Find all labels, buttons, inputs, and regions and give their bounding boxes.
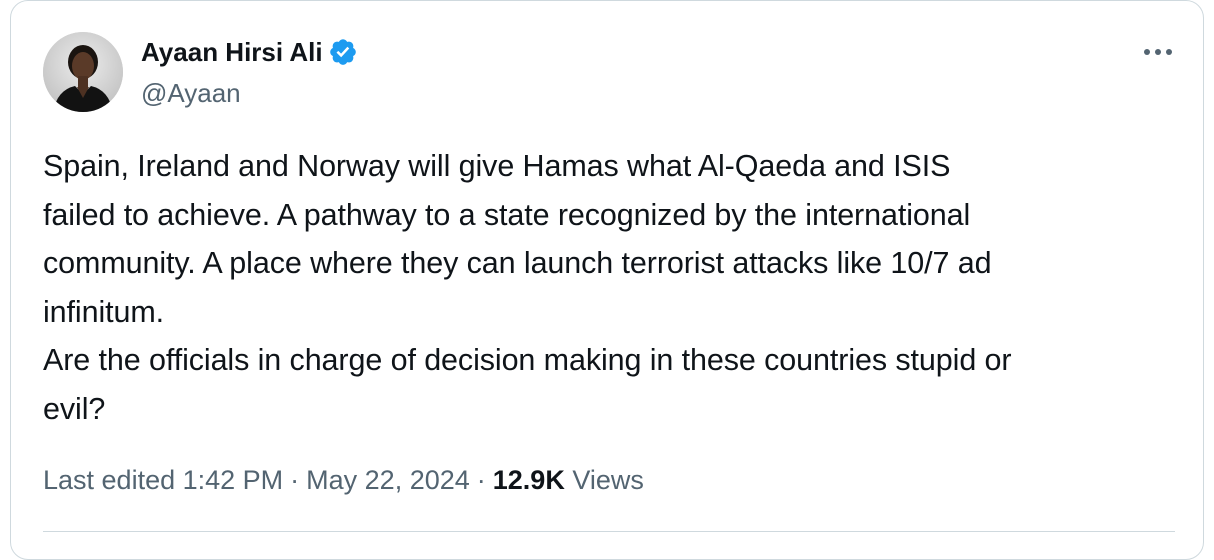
author-name-row: Ayaan Hirsi Ali bbox=[141, 34, 358, 70]
avatar-image bbox=[43, 32, 123, 112]
tweet-meta: Last edited 1:42 PM · May 22, 2024 · 12.9K V… bbox=[43, 460, 644, 500]
author-display-name[interactable]: Ayaan Hirsi Ali bbox=[141, 34, 323, 70]
divider bbox=[43, 531, 1175, 532]
edited-timestamp-link[interactable]: Last edited 1:42 PM bbox=[43, 465, 283, 495]
views-label: Views bbox=[572, 465, 644, 495]
tweet-date-link[interactable]: May 22, 2024 bbox=[306, 465, 470, 495]
tweet-text: Spain, Ireland and Norway will give Hama… bbox=[43, 149, 1012, 426]
verified-badge-icon[interactable] bbox=[328, 37, 358, 67]
meta-separator: · bbox=[476, 465, 486, 495]
more-options-icon[interactable] bbox=[1138, 38, 1178, 66]
tweet-card: Ayaan Hirsi Ali @Ayaan Spain, Ireland an… bbox=[0, 0, 1214, 540]
avatar[interactable] bbox=[43, 32, 123, 112]
author-handle[interactable]: @Ayaan bbox=[141, 76, 241, 110]
meta-separator: · bbox=[290, 465, 300, 495]
views-count: 12.9K bbox=[492, 465, 565, 495]
